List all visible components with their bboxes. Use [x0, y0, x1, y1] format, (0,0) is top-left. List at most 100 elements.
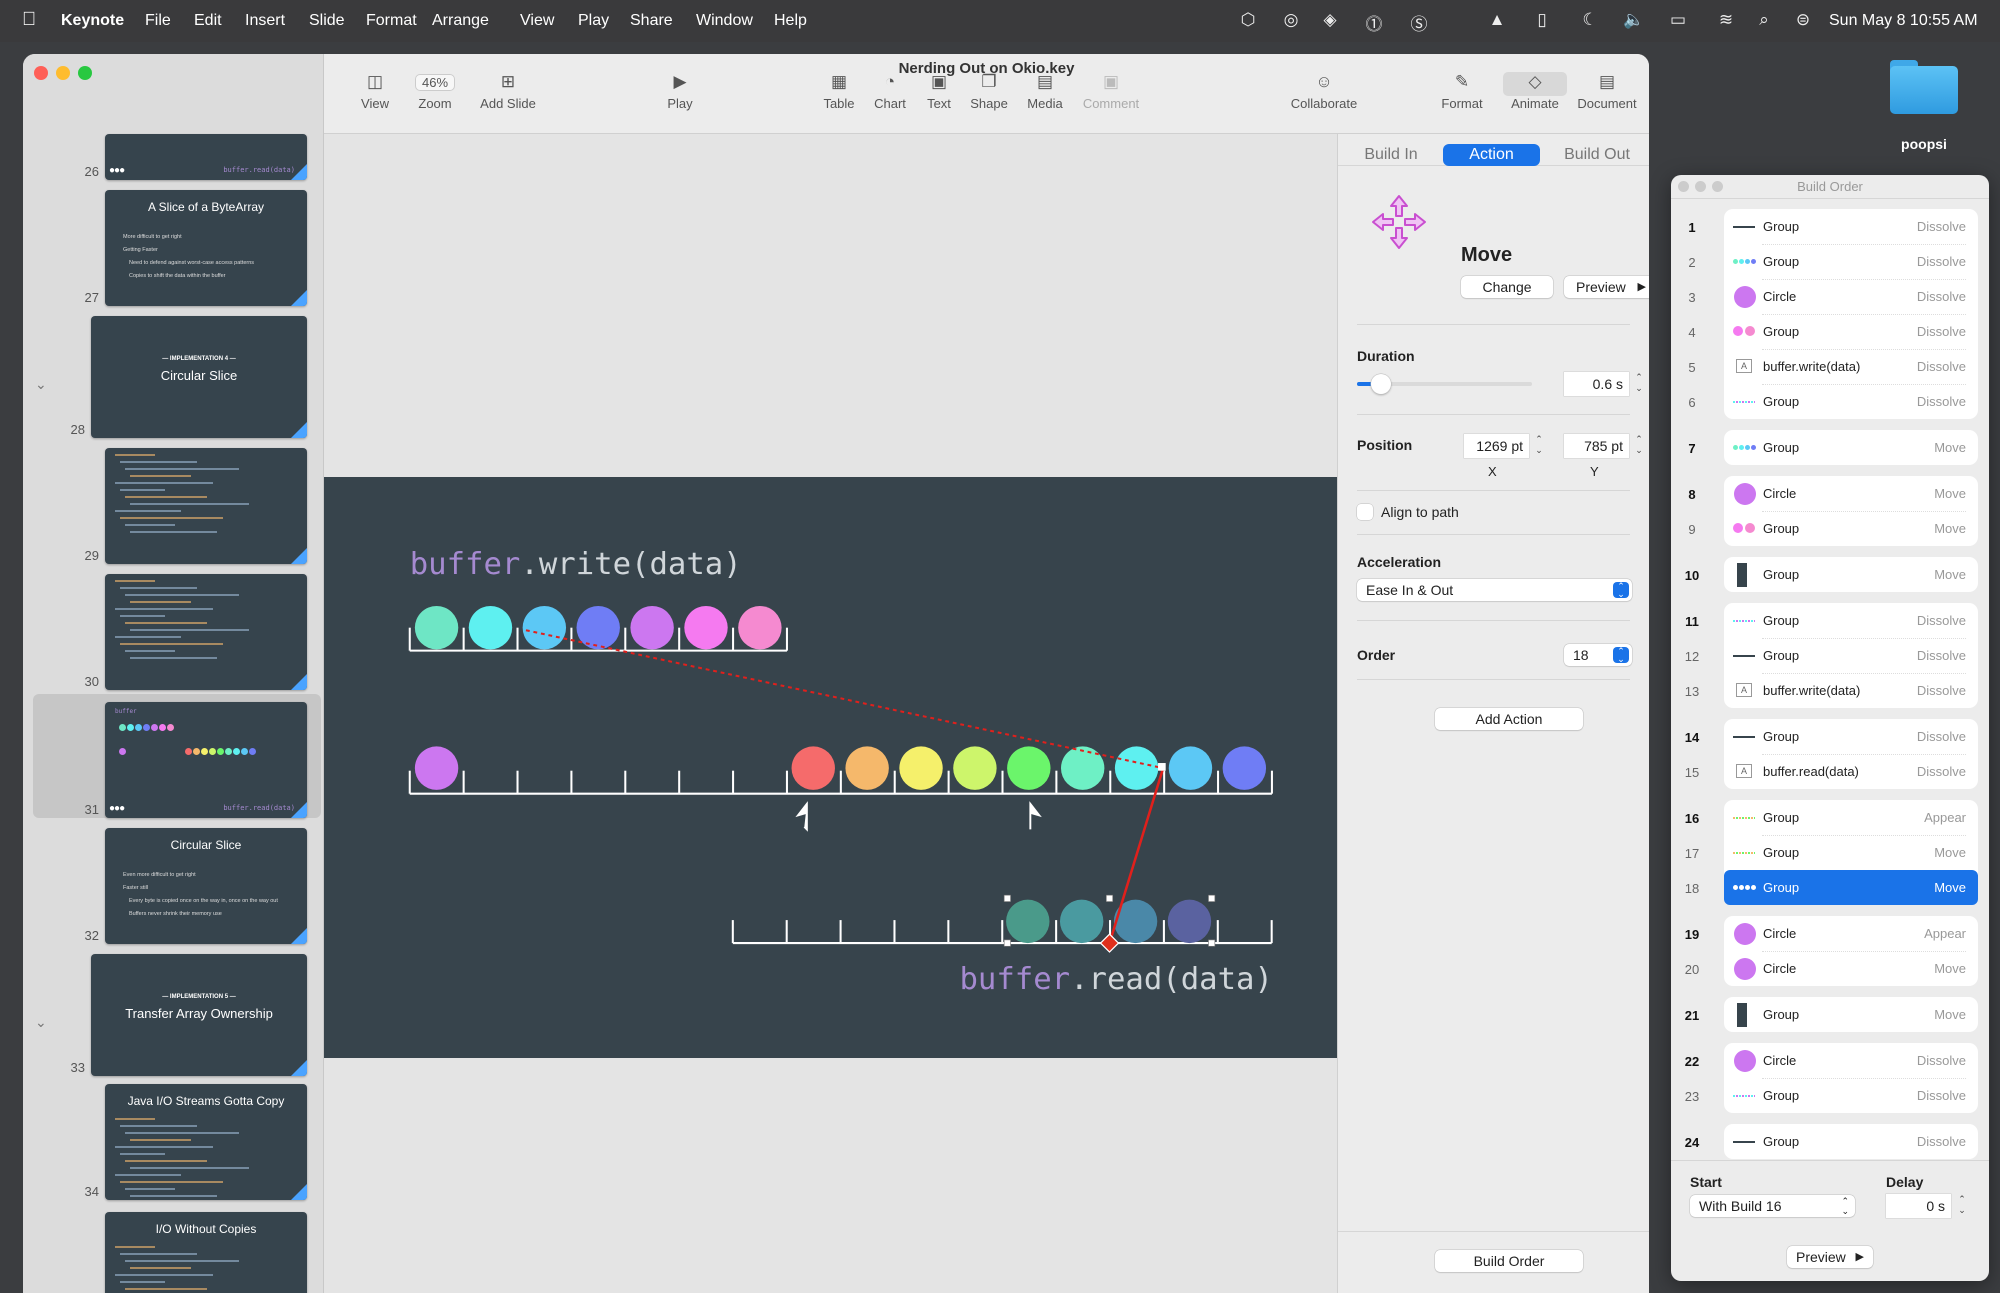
build-row[interactable]: Group Dissolve: [1724, 1078, 1978, 1113]
data-circle[interactable]: [791, 746, 835, 790]
selection-handle[interactable]: [1105, 894, 1114, 902]
data-circle[interactable]: [738, 605, 782, 650]
tab-action[interactable]: Action: [1443, 144, 1540, 166]
data-circle[interactable]: [1167, 899, 1212, 944]
build-row[interactable]: Abuffer.read(data) Dissolve: [1724, 754, 1978, 789]
build-row[interactable]: Group Move: [1724, 870, 1978, 905]
build-row[interactable]: Group Dissolve: [1724, 603, 1978, 638]
menu-view[interactable]: View: [520, 12, 554, 30]
build-order-button[interactable]: Build Order: [1435, 1250, 1583, 1272]
app-menu[interactable]: Keynote: [61, 12, 124, 30]
position-x-field[interactable]: 1269 pt: [1464, 434, 1529, 458]
build-row[interactable]: Group Move: [1724, 557, 1978, 592]
acceleration-select[interactable]: Ease In & Out ⌃ ⌄: [1357, 579, 1632, 601]
build-row[interactable]: Group Dissolve: [1724, 719, 1978, 754]
more-icon[interactable]: ●●●: [109, 165, 125, 176]
build-row[interactable]: Group Dissolve: [1724, 384, 1978, 419]
more-icon[interactable]: ●●●: [109, 803, 125, 814]
change-button[interactable]: Change: [1461, 276, 1553, 298]
data-circle[interactable]: [630, 605, 674, 650]
align-to-path-checkbox[interactable]: [1357, 504, 1373, 520]
duration-stepper[interactable]: ⌃ ⌄: [1632, 372, 1646, 396]
slide[interactable]: buffer.write(data) buffer.read(data): [324, 477, 1337, 1058]
menu-help[interactable]: Help: [774, 12, 807, 30]
menu-arrange[interactable]: Arrange: [432, 12, 489, 30]
build-row[interactable]: Group Move: [1724, 430, 1978, 465]
slide-thumbnail[interactable]: Java I/O Streams Gotta Copy: [105, 1084, 307, 1200]
data-circle[interactable]: [1114, 746, 1159, 790]
data-circle[interactable]: [414, 746, 459, 790]
door-icon[interactable]: ▯: [1532, 10, 1552, 30]
menu-play[interactable]: Play: [578, 12, 609, 30]
build-row[interactable]: Group Appear: [1724, 800, 1978, 835]
slide-thumbnail[interactable]: buffer.read(data) ●●● buffer: [105, 702, 307, 818]
slide-thumbnail[interactable]: — IMPLEMENTATION 5 — Transfer Array Owner…: [91, 954, 307, 1076]
build-row[interactable]: Circle Appear: [1724, 916, 1978, 951]
data-circle[interactable]: [899, 746, 943, 790]
duration-slider[interactable]: [1357, 374, 1532, 394]
chevron-down-icon[interactable]: ⌄: [35, 1014, 47, 1031]
folder-label[interactable]: poopsi: [1880, 136, 1968, 152]
selection-handle[interactable]: [1003, 939, 1011, 947]
read-label[interactable]: buffer.read(data): [959, 962, 1272, 997]
data-circle[interactable]: [845, 746, 889, 790]
slide-navigator[interactable]: buffer.read(data) ●●● 26 A Slice of a ByteA…: [23, 54, 324, 1293]
build-row[interactable]: Circle Move: [1724, 476, 1978, 511]
document-button[interactable]: ▤ Document: [1572, 72, 1642, 111]
path-handle[interactable]: [1158, 763, 1166, 771]
data-circle[interactable]: [1060, 746, 1105, 790]
slide-thumbnail[interactable]: I/O Without Copies: [105, 1212, 307, 1293]
slide-thumbnail[interactable]: — IMPLEMENTATION 4 — Circular Slice: [91, 316, 307, 438]
data-circle[interactable]: [1168, 746, 1213, 790]
data-circle[interactable]: [414, 605, 459, 650]
tab-build-out[interactable]: Build Out: [1554, 144, 1640, 166]
slide-thumbnail[interactable]: A Slice of a ByteArray More difficult to …: [105, 190, 307, 306]
order-select[interactable]: 18 ⌃ ⌄: [1564, 644, 1632, 666]
zoom-button[interactable]: [78, 66, 92, 80]
menu-share[interactable]: Share: [630, 12, 673, 30]
data-circle[interactable]: [1007, 746, 1051, 790]
1password-icon[interactable]: ⓵: [1364, 10, 1384, 34]
data-circle[interactable]: [1059, 899, 1104, 944]
build-row[interactable]: Group Dissolve: [1724, 314, 1978, 349]
selection-handle[interactable]: [1003, 894, 1011, 902]
build-row[interactable]: Group Dissolve: [1724, 244, 1978, 279]
build-row[interactable]: Circle Dissolve: [1724, 279, 1978, 314]
menu-insert[interactable]: Insert: [245, 12, 285, 30]
scrivener-icon[interactable]: Ⓢ: [1409, 10, 1429, 34]
tab-build-in[interactable]: Build In: [1353, 144, 1429, 166]
position-x-stepper[interactable]: ⌃ ⌄: [1532, 434, 1546, 458]
duration-field[interactable]: 0.6 s: [1564, 372, 1629, 396]
menu-window[interactable]: Window: [696, 12, 753, 30]
data-circle[interactable]: [576, 605, 620, 650]
control-center-icon[interactable]: ⊜: [1793, 10, 1813, 30]
cube-icon[interactable]: ⬡: [1238, 10, 1258, 30]
slide-thumbnail[interactable]: buffer.read(data) ●●●: [105, 134, 307, 180]
delay-stepper[interactable]: ⌃ ⌄: [1955, 1194, 1969, 1218]
minimize-button[interactable]: [56, 66, 70, 80]
play-button[interactable]: ▶ Play: [645, 72, 715, 111]
add-slide-button[interactable]: ⊞ Add Slide: [473, 72, 543, 111]
selection-handle[interactable]: [1208, 894, 1216, 902]
search-icon[interactable]: ⌕: [1754, 10, 1774, 30]
position-y-field[interactable]: 785 pt: [1564, 434, 1629, 458]
menu-slide[interactable]: Slide: [309, 12, 345, 30]
zoom-menu[interactable]: 46% Zoom: [400, 72, 470, 111]
collaborate-button[interactable]: ☺ Collaborate: [1279, 72, 1369, 111]
slide-graphics[interactable]: buffer.write(data) buffer.read(data): [324, 477, 1337, 1058]
slide-canvas[interactable]: buffer.write(data) buffer.read(data): [324, 134, 1337, 1293]
build-row[interactable]: Group Move: [1724, 835, 1978, 870]
build-row[interactable]: Group Dissolve: [1724, 638, 1978, 673]
chevron-down-icon[interactable]: ⌄: [35, 376, 47, 393]
moon-icon[interactable]: ☾: [1580, 10, 1600, 30]
write-label[interactable]: buffer.write(data): [410, 547, 742, 582]
animate-button[interactable]: ◇ Animate: [1500, 72, 1570, 111]
battery-icon[interactable]: ▭: [1668, 10, 1688, 30]
build-row[interactable]: Abuffer.write(data) Dissolve: [1724, 349, 1978, 384]
build-row[interactable]: Group Dissolve: [1724, 1124, 1978, 1159]
wifi-icon[interactable]: ≋: [1716, 10, 1736, 30]
preview-button[interactable]: Preview ▶: [1787, 1246, 1873, 1268]
build-row[interactable]: Group Move: [1724, 511, 1978, 546]
data-circle[interactable]: [684, 605, 728, 650]
close-button[interactable]: [34, 66, 48, 80]
